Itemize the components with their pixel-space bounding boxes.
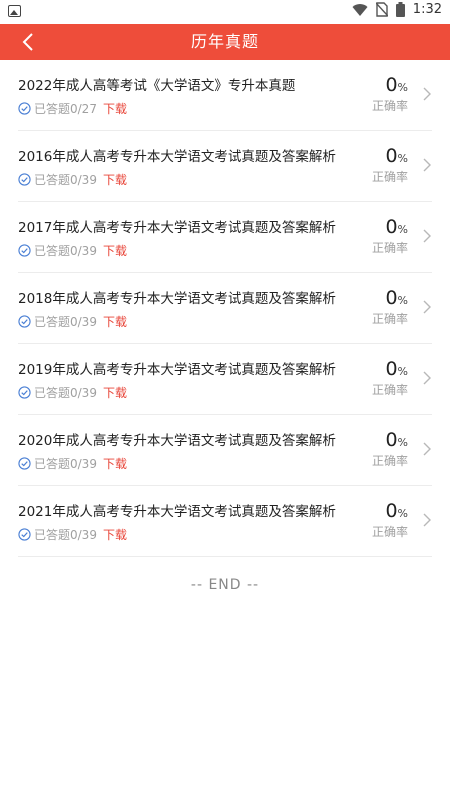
accuracy: 0% 正确率 xyxy=(372,358,408,398)
accuracy: 0% 正确率 xyxy=(372,500,408,540)
chevron-right-icon xyxy=(423,87,431,101)
image-icon xyxy=(8,5,21,17)
answered-count: 已答题0/39 xyxy=(34,457,97,471)
exam-title: 2020年成人高考专升本大学语文考试真题及答案解析 xyxy=(18,433,336,449)
accuracy-value: 0 xyxy=(385,216,398,238)
exam-title: 2017年成人高考专升本大学语文考试真题及答案解析 xyxy=(18,220,336,236)
chevron-right-icon xyxy=(423,371,431,385)
item-meta: 已答题0/27 下载 xyxy=(18,100,127,117)
check-circle-icon xyxy=(18,528,31,541)
accuracy-unit: % xyxy=(397,294,408,307)
list-item[interactable]: 2020年成人高考专升本大学语文考试真题及答案解析 已答题0/39 下载 0% … xyxy=(18,415,432,486)
accuracy-value: 0 xyxy=(385,500,398,522)
chevron-right-icon xyxy=(423,442,431,456)
item-meta: 已答题0/39 下载 xyxy=(18,526,127,543)
check-circle-icon xyxy=(18,102,31,115)
answered-count: 已答题0/39 xyxy=(34,528,97,542)
chevron-right-icon xyxy=(423,158,431,172)
accuracy-unit: % xyxy=(397,81,408,94)
chevron-right-icon xyxy=(423,229,431,243)
status-bar: 1:32 xyxy=(0,0,450,24)
wifi-icon xyxy=(352,3,368,16)
status-time: 1:32 xyxy=(412,2,442,17)
exam-title: 2018年成人高考专升本大学语文考试真题及答案解析 xyxy=(18,291,336,307)
accuracy-value: 0 xyxy=(385,145,398,167)
item-meta: 已答题0/39 下载 xyxy=(18,171,127,188)
check-circle-icon xyxy=(18,457,31,470)
list-item[interactable]: 2016年成人高考专升本大学语文考试真题及答案解析 已答题0/39 下载 0% … xyxy=(18,131,432,202)
accuracy-value: 0 xyxy=(385,74,398,96)
accuracy-value: 0 xyxy=(385,358,398,380)
accuracy-label: 正确率 xyxy=(371,383,408,397)
list-item[interactable]: 2022年成人高等考试《大学语文》专升本真题 已答题0/27 下载 0% 正确率 xyxy=(18,60,432,131)
accuracy-label: 正确率 xyxy=(371,525,408,539)
download-link[interactable]: 下载 xyxy=(103,526,127,543)
battery-icon xyxy=(395,2,405,17)
answered-count: 已答题0/39 xyxy=(34,173,97,187)
check-circle-icon xyxy=(18,315,31,328)
exam-title: 2016年成人高考专升本大学语文考试真题及答案解析 xyxy=(18,149,336,165)
check-circle-icon xyxy=(18,173,31,186)
accuracy-value: 0 xyxy=(385,429,398,451)
list-item[interactable]: 2019年成人高考专升本大学语文考试真题及答案解析 已答题0/39 下载 0% … xyxy=(18,344,432,415)
accuracy: 0% 正确率 xyxy=(372,429,408,469)
answered-count: 已答题0/39 xyxy=(34,244,97,258)
no-sim-icon xyxy=(375,2,388,17)
accuracy-label: 正确率 xyxy=(371,170,408,184)
accuracy-label: 正确率 xyxy=(371,454,408,468)
download-link[interactable]: 下载 xyxy=(103,171,127,188)
check-circle-icon xyxy=(18,386,31,399)
item-meta: 已答题0/39 下载 xyxy=(18,242,127,259)
list-item[interactable]: 2017年成人高考专升本大学语文考试真题及答案解析 已答题0/39 下载 0% … xyxy=(18,202,432,273)
exam-title: 2021年成人高考专升本大学语文考试真题及答案解析 xyxy=(18,504,336,520)
chevron-right-icon xyxy=(423,513,431,527)
list-item[interactable]: 2018年成人高考专升本大学语文考试真题及答案解析 已答题0/39 下载 0% … xyxy=(18,273,432,344)
accuracy-label: 正确率 xyxy=(371,241,408,255)
page-title: 历年真题 xyxy=(190,32,259,51)
accuracy-label: 正确率 xyxy=(371,312,408,326)
download-link[interactable]: 下载 xyxy=(103,384,127,401)
chevron-right-icon xyxy=(423,300,431,314)
exam-title: 2019年成人高考专升本大学语文考试真题及答案解析 xyxy=(18,362,336,378)
item-meta: 已答题0/39 下载 xyxy=(18,384,127,401)
accuracy: 0% 正确率 xyxy=(372,287,408,327)
answered-count: 已答题0/39 xyxy=(34,386,97,400)
item-meta: 已答题0/39 下载 xyxy=(18,455,127,472)
accuracy: 0% 正确率 xyxy=(372,216,408,256)
download-link[interactable]: 下载 xyxy=(103,242,127,259)
list-item[interactable]: 2021年成人高考专升本大学语文考试真题及答案解析 已答题0/39 下载 0% … xyxy=(18,486,432,557)
answered-count: 已答题0/39 xyxy=(34,315,97,329)
answered-count: 已答题0/27 xyxy=(34,102,97,116)
accuracy-label: 正确率 xyxy=(371,99,408,113)
download-link[interactable]: 下载 xyxy=(103,313,127,330)
accuracy-unit: % xyxy=(397,436,408,449)
accuracy-unit: % xyxy=(397,365,408,378)
nav-bar: 历年真题 xyxy=(0,24,450,60)
accuracy-value: 0 xyxy=(385,287,398,309)
exam-list: 2022年成人高等考试《大学语文》专升本真题 已答题0/27 下载 0% 正确率… xyxy=(0,60,450,557)
item-meta: 已答题0/39 下载 xyxy=(18,313,127,330)
accuracy-unit: % xyxy=(397,507,408,520)
download-link[interactable]: 下载 xyxy=(103,100,127,117)
accuracy: 0% 正确率 xyxy=(372,74,408,114)
check-circle-icon xyxy=(18,244,31,257)
download-link[interactable]: 下载 xyxy=(103,455,127,472)
accuracy-unit: % xyxy=(397,223,408,236)
exam-title: 2022年成人高等考试《大学语文》专升本真题 xyxy=(18,78,296,94)
accuracy: 0% 正确率 xyxy=(372,145,408,185)
list-end-text: -- END -- xyxy=(190,577,260,593)
accuracy-unit: % xyxy=(397,152,408,165)
status-icons: 1:32 xyxy=(352,2,442,17)
